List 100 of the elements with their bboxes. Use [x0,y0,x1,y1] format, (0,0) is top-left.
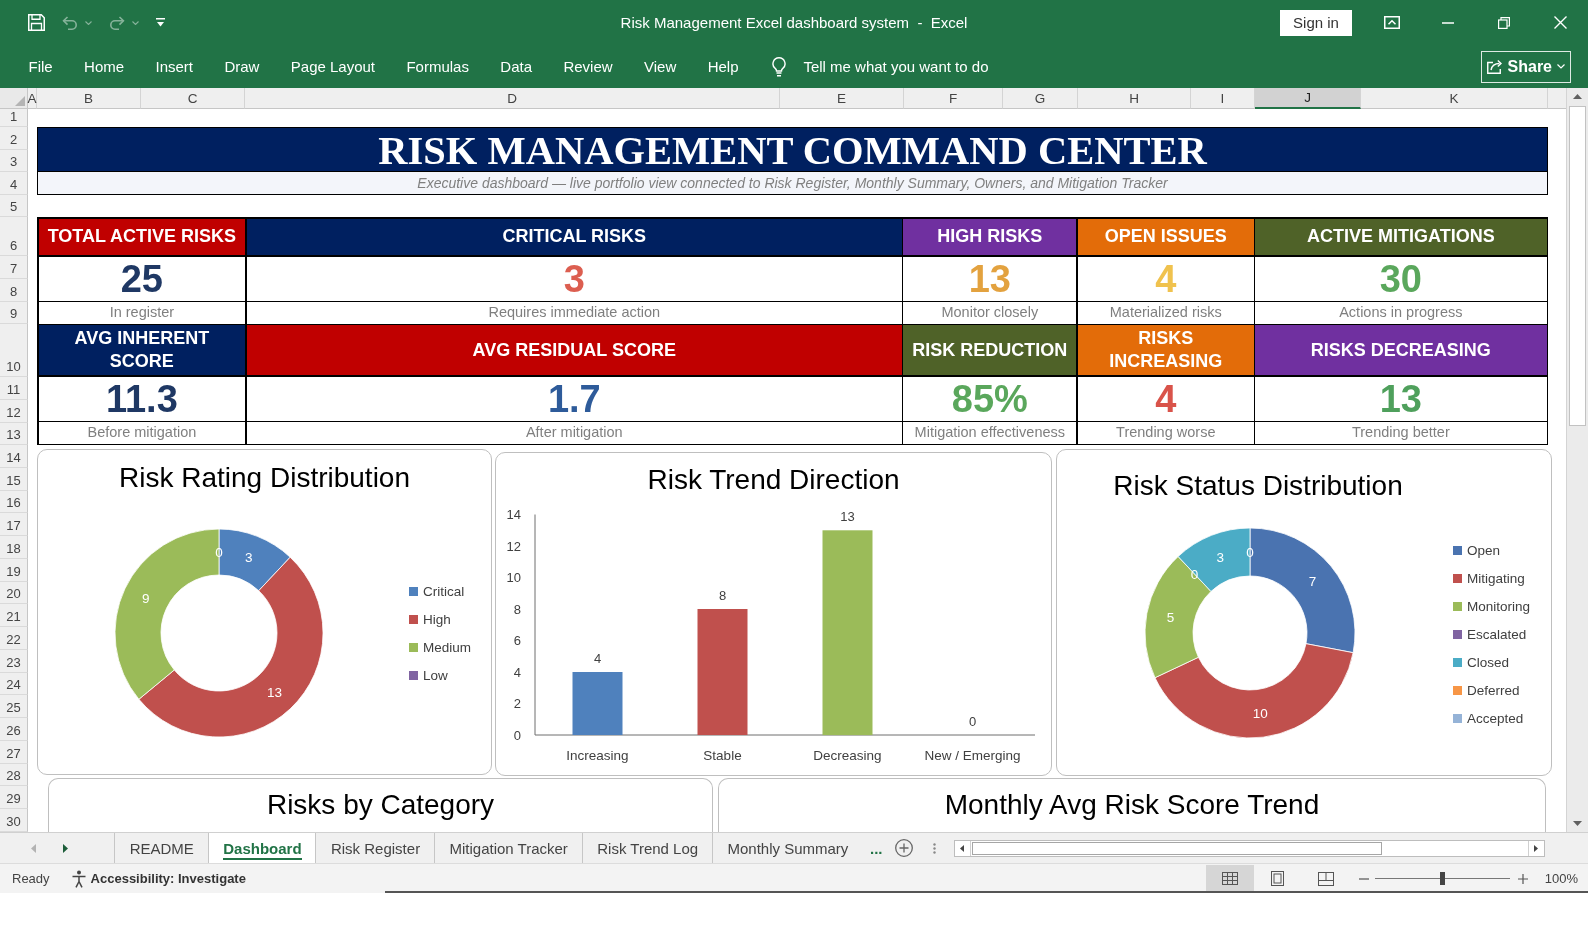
row-header[interactable]: 20 [0,581,28,605]
column-header[interactable]: E [780,88,904,109]
ribbon-tab[interactable]: Review [555,52,621,81]
row-header[interactable]: 13 [0,422,28,445]
kpi-title: AVG INHERENT SCORE [73,327,211,374]
row-header[interactable]: 18 [0,536,28,559]
column-header[interactable]: C [141,88,245,109]
row-header[interactable]: 14 [0,445,28,468]
row-header[interactable]: 19 [0,558,28,582]
plus-icon[interactable] [1517,873,1528,884]
column-header[interactable]: G [1003,88,1078,109]
ribbon-tab[interactable]: View [636,52,684,81]
sheet-tab[interactable]: Mitigation Tracker [434,833,583,863]
row-header[interactable]: 7 [0,255,28,279]
row-header[interactable]: 10 [0,324,28,377]
row-header[interactable]: 16 [0,490,28,514]
column-header[interactable]: K [1361,88,1548,109]
legend-label: Closed [1467,654,1510,670]
column-header[interactable]: I [1191,88,1255,109]
row-header[interactable]: 6 [0,217,28,256]
sign-in-button[interactable]: Sign in [1280,9,1352,36]
sheet-tab[interactable]: README [115,833,209,863]
more-sheets-ellipsis[interactable]: ... [870,839,883,857]
share-button[interactable]: Share [1480,50,1571,83]
chart-title: Monthly Avg Risk Score Trend [944,788,1320,822]
ribbon-tab[interactable]: File [21,52,61,81]
column-header[interactable]: J [1255,88,1361,109]
minus-icon[interactable] [1358,877,1369,880]
axis-label: 8 [513,601,521,617]
ribbon-tab[interactable]: Insert [147,52,201,81]
row-header[interactable]: 17 [0,513,28,536]
right-triangle-icon[interactable] [63,843,68,853]
row-header[interactable]: 22 [0,627,28,650]
kpi-value: 4 [1155,257,1177,300]
ribbon-tab[interactable]: Page Layout [283,52,383,81]
ribbon-tab[interactable]: Home [76,52,132,81]
column-header[interactable]: B [37,88,141,109]
minimize-icon[interactable] [1442,21,1454,24]
close-icon[interactable] [1553,16,1567,29]
column-header[interactable]: D [245,88,780,109]
plus-circle-icon[interactable] [894,839,913,857]
vertical-scrollbar[interactable] [1566,88,1588,832]
row-header[interactable]: 27 [0,740,28,764]
sheet-tab[interactable]: Risk Register [316,833,435,863]
restore-icon[interactable] [1498,16,1510,29]
row-header[interactable]: 12 [0,399,28,423]
axis-label: 10 [506,570,521,585]
row-header[interactable]: 9 [0,301,28,324]
row-header[interactable]: 1 [0,109,28,127]
row-header[interactable]: 30 [0,809,28,832]
right-triangle-icon[interactable] [1534,844,1538,852]
legend-label: Low [423,667,448,683]
row-header[interactable]: 26 [0,718,28,741]
horizontal-scrollbar[interactable] [953,839,1545,857]
kpi-note: Mitigation effectiveness [914,424,1066,442]
window-chevron-icon[interactable] [1384,16,1400,29]
search-field[interactable]: Tell me what you want to do [803,56,1029,77]
view-button[interactable] [1205,864,1254,893]
row-header[interactable]: 4 [0,172,28,195]
row-header[interactable]: 3 [0,149,28,172]
ribbon-tab[interactable]: Help [700,52,746,81]
row-header[interactable]: 8 [0,278,28,302]
axis-label: 0 [513,727,521,743]
vertical-dots-icon[interactable] [932,842,936,854]
page-icon [1271,871,1285,886]
down-arrow-icon[interactable] [1573,821,1582,826]
row-header[interactable]: 29 [0,786,28,809]
axis-label: 6 [513,633,521,648]
scrollbar-thumb[interactable] [1569,106,1586,426]
accessibility-status[interactable]: Accessibility: Investigate [90,871,246,886]
row-header[interactable]: 28 [0,763,28,787]
kpi-title: RISKS INCREASING [1108,327,1224,374]
sheet-tab[interactable]: Dashboard [208,833,317,863]
sheet-tab[interactable]: Risk Trend Log [582,833,713,863]
column-header[interactable]: H [1078,88,1191,109]
row-header[interactable]: 25 [0,695,28,718]
row-header[interactable]: 15 [0,467,28,491]
ribbon-tab[interactable]: Formulas [398,52,477,81]
row-header[interactable]: 23 [0,649,28,673]
row-header[interactable]: 24 [0,672,28,696]
axis-label: Stable [703,748,742,763]
row-header[interactable]: 11 [0,376,28,400]
sheet-tab[interactable]: Monthly Summary [712,833,864,863]
kpi-note: Requires immediate action [488,304,661,322]
up-arrow-icon[interactable] [1573,94,1582,99]
scrollbar-thumb[interactable] [971,841,1382,855]
data-label: 10 [1252,705,1268,721]
save-icon[interactable] [28,14,45,31]
row-header[interactable]: 2 [0,127,28,150]
data-label: 5 [1166,610,1175,626]
slider-thumb[interactable] [1439,872,1445,885]
left-triangle-icon[interactable] [960,844,964,852]
ribbon-tab[interactable]: Draw [216,52,267,81]
row-header[interactable]: 21 [0,604,28,627]
ribbon-tab[interactable]: Data [492,52,540,81]
column-header[interactable]: F [904,88,1003,109]
accessibility-icon[interactable] [71,869,86,888]
dropdown-icon[interactable] [156,18,165,27]
row-header[interactable]: 5 [0,194,28,217]
kpi-note: Trending better [1351,424,1450,442]
